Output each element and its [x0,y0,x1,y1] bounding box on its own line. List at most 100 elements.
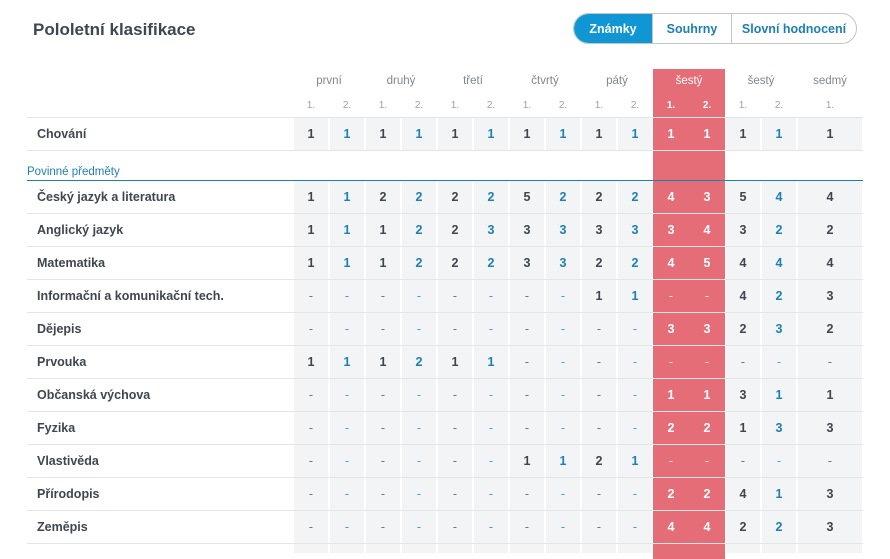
grade-cell: - [668,454,674,468]
grade-cell: - [416,421,422,435]
grade-cell: - [524,388,530,402]
grade-cell: - [560,487,566,501]
grade-cell: - [596,355,602,369]
semester-label: 1. [522,100,532,111]
subject-name: Informační a komunikační tech. [37,289,224,303]
grade-cell: 2 [631,256,639,270]
grade-cell: 2 [415,355,423,369]
grade-cell: - [488,520,494,534]
grade-cell: - [488,322,494,336]
grade-cell: 1 [667,388,675,402]
grade-cell: 1 [487,127,495,141]
grade-cell: 1 [775,127,783,141]
grade-cell: 2 [415,256,423,270]
grade-cell: 4 [703,520,711,534]
grade-cell: 1 [559,454,567,468]
subject-name: Matematika [37,256,106,270]
year-label: šestý [747,75,775,87]
grade-cell: 2 [667,421,675,435]
grade-cell: 1 [775,487,783,501]
grade-cell: 5 [703,256,711,270]
grade-cell: 3 [739,388,747,402]
grade-cell: 2 [451,190,459,204]
grade-cell: 3 [523,223,531,237]
grade-cell: 2 [826,322,834,336]
semester-label: 2. [342,100,352,111]
grade-cell: 4 [775,190,783,204]
grade-cell: 4 [667,520,675,534]
grade-cell: - [308,421,314,435]
grade-cell: - [524,520,530,534]
grade-cell: 2 [667,487,675,501]
grade-cell: 4 [667,256,675,270]
grade-cell: - [596,487,602,501]
grade-cell: - [308,520,314,534]
grade-cell: 3 [775,322,783,336]
grade-cell: 2 [487,256,495,270]
grade-cell: - [632,388,638,402]
grade-cell: 1 [451,355,459,369]
grade-cell: - [776,355,782,369]
grade-cell: 2 [415,223,423,237]
grade-cell: 1 [739,127,747,141]
year-label: třetí [463,75,483,87]
grade-cell: 2 [631,190,639,204]
grade-cell: - [308,487,314,501]
row-divider [27,411,863,412]
row-divider [27,117,863,118]
grades-table: první 1. 2. druhý 1. 2. třetí 1. 2. čtvrtý 1. 2. pát… [0,0,890,559]
row-divider [27,477,863,478]
grade-cell: - [704,355,710,369]
grade-cell: 2 [775,520,783,534]
grade-cell: - [488,421,494,435]
subject-name: Chování [37,127,87,141]
grade-cell: 4 [739,289,747,303]
grade-cell: 2 [451,223,459,237]
grade-cell: - [524,355,530,369]
row-divider [27,279,863,280]
grade-cell: 2 [595,256,603,270]
grade-cell: - [416,322,422,336]
grade-cell: - [308,388,314,402]
grade-cell: 3 [775,421,783,435]
semester-label: 1. [825,100,835,111]
grade-cell: 3 [559,223,567,237]
grade-cell: 1 [487,355,495,369]
grade-cell: - [452,421,458,435]
grade-cell: - [488,388,494,402]
grade-cell: - [632,487,638,501]
grade-cell: 1 [631,289,639,303]
grade-cell: 1 [379,223,387,237]
grade-cell: 2 [451,256,459,270]
semester-label: 1. [666,100,676,111]
grade-cell: 3 [826,520,834,534]
grade-cell: 1 [559,127,567,141]
grade-cell: - [416,454,422,468]
year-label: druhý [386,75,416,87]
grade-cell: 1 [343,223,351,237]
grade-cell: - [416,487,422,501]
grade-cell: - [488,487,494,501]
grade-cell: - [524,421,530,435]
grade-cell: - [560,520,566,534]
grade-cell: 1 [379,256,387,270]
grade-cell: - [380,322,386,336]
row-divider [27,510,863,511]
semester-label: 2. [558,100,568,111]
grade-cell: - [740,355,746,369]
grade-cell: - [668,355,674,369]
grade-cell: 4 [826,190,834,204]
grade-cell: 1 [379,355,387,369]
grade-cell: - [344,388,350,402]
semester-label: 1. [594,100,604,111]
grade-cell: 3 [631,223,639,237]
grade-cell: - [488,289,494,303]
grade-cell: 4 [739,487,747,501]
grade-cell: 3 [487,223,495,237]
row-divider [27,378,863,379]
semester-label: 1. [378,100,388,111]
grade-cell: - [308,289,314,303]
grade-cell: - [452,454,458,468]
grade-cell: 2 [415,190,423,204]
subject-name: Vlastivěda [37,454,99,468]
